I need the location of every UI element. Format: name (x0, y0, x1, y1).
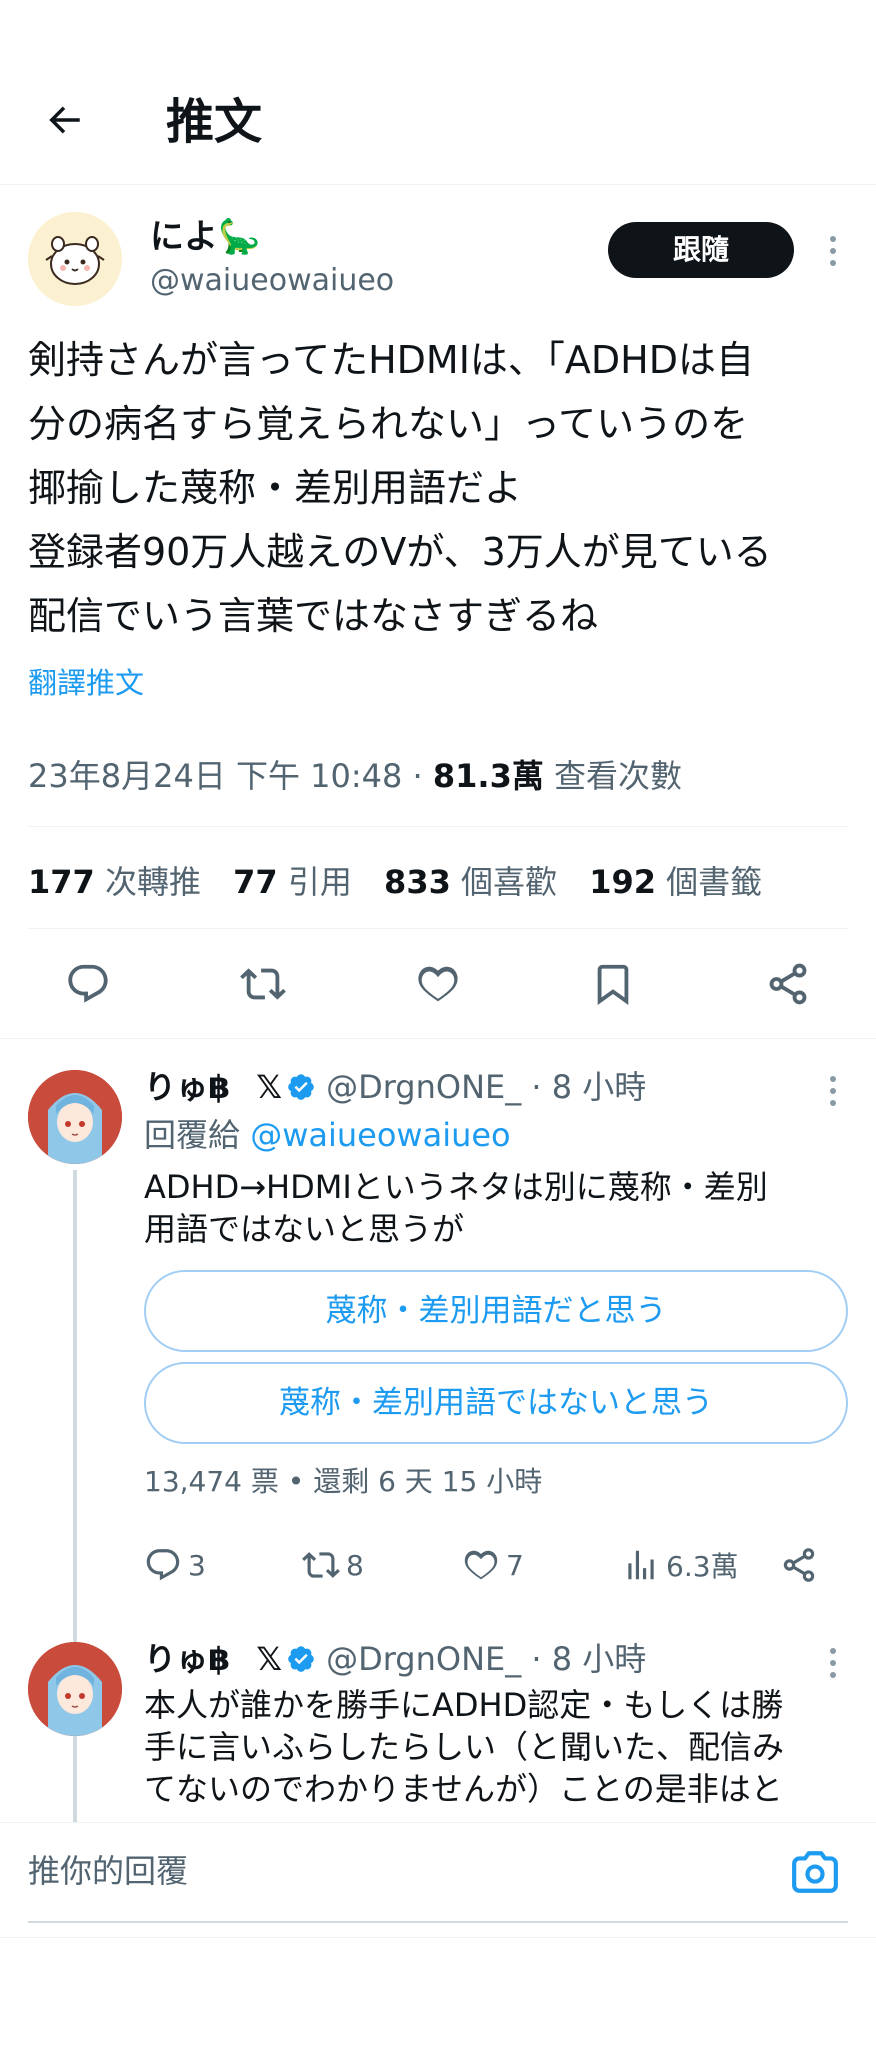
reply-handle[interactable]: @DrgnONE_ (326, 1640, 521, 1678)
poll-meta: 13,474 票 • 還剩 6 天 15 小時 (144, 1465, 543, 1498)
translate-tweet-link[interactable]: 翻譯推文 (28, 664, 144, 702)
reply-actions: 3 8 7 6.3萬 (144, 1540, 848, 1590)
reply-count: 3 (188, 1548, 206, 1582)
retweet-icon (240, 968, 286, 1000)
back-button[interactable] (36, 92, 92, 148)
tweet-text-line: 登録者90万人越えのVが、3万人が見ている (28, 530, 772, 574)
retweet-icon (302, 1552, 340, 1578)
likes-stat[interactable]: 833 個喜歡 (384, 863, 557, 901)
share-button[interactable] (762, 958, 814, 1010)
like-count: 7 (506, 1548, 524, 1582)
more-icon (818, 230, 848, 266)
divider (28, 826, 848, 827)
poll-option-2[interactable]: 蔑称・差別用語ではないと思う (144, 1362, 848, 1444)
retweet-button[interactable] (237, 958, 289, 1010)
reply-compose-bar: 推你的回覆 (0, 1822, 876, 1938)
reply-input[interactable]: 推你的回覆 (28, 1849, 188, 1893)
reply-text-line: ADHD→HDMIというネタは別に蔑称・差別 (144, 1168, 768, 1206)
reply-handle[interactable]: @DrgnONE_ (326, 1068, 521, 1106)
camera-button[interactable] (790, 1847, 842, 1899)
back-arrow-icon (49, 106, 80, 134)
reply-text-line: 本人が誰かを勝手にADHD認定・もしくは勝 (144, 1686, 784, 1724)
reply-avatar[interactable] (28, 1070, 122, 1164)
tweet-author: によ🦕 @waiueowaiueo 跟隨 (28, 210, 848, 310)
anime-avatar-image (28, 1642, 122, 1736)
like-icon (418, 966, 458, 1002)
reply-time: · 8 小時 (521, 1640, 647, 1678)
retweet-count: 8 (346, 1548, 364, 1582)
tweet-meta: 23年8月24日 下午 10:48 · 81.3萬 查看次數 (28, 756, 682, 796)
more-icon (818, 1642, 848, 1678)
share-icon (783, 1548, 815, 1582)
like-button[interactable] (412, 958, 464, 1010)
tweet-text: 剣持さんが言ってたHDMIは、「ADHDは自 分の病名すら覚えられない」っていう… (28, 328, 848, 648)
tweet-text-line: 分の病名すら覚えられない」っていうのを (28, 402, 749, 446)
more-options-button[interactable] (818, 230, 848, 270)
quotes-stat[interactable]: 77 引用 (233, 863, 352, 901)
reply-more-button[interactable] (818, 1070, 848, 1110)
follow-button[interactable]: 跟隨 (608, 222, 794, 278)
reply-icon (68, 964, 108, 1003)
poll-option-1[interactable]: 蔑称・差別用語だと思う (144, 1270, 848, 1352)
retweets-stat[interactable]: 177 次轉推 (28, 863, 201, 901)
tweet-timestamp[interactable]: 23年8月24日 下午 10:48 · (28, 757, 433, 795)
more-icon (818, 1070, 848, 1106)
anime-avatar-image (28, 1070, 122, 1164)
tweet-stats: 177 次轉推 77 引用 833 個喜歡 192 個書籤 (28, 862, 784, 902)
reply-text-line: 手に言いふらしたらしい（と聞いた、配信み (144, 1728, 785, 1766)
views-icon (628, 1550, 654, 1580)
author-avatar[interactable] (28, 212, 122, 306)
bookmark-button[interactable] (587, 958, 639, 1010)
views-label: 查看次數 (543, 757, 683, 795)
reply-display-name[interactable]: りゅ฿ (144, 1640, 230, 1678)
reply-header: りゅ฿ 𝕏 @DrgnONE_ · 8 小時 (144, 1638, 646, 1680)
reply-text-line: てないのでわかりませんが）ことの是非はと (144, 1770, 783, 1808)
reply-text: 本人が誰かを勝手にADHD認定・もしくは勝 手に言いふらしたらしい（と聞いた、配… (144, 1684, 854, 1810)
bookmarks-stat[interactable]: 192 個書籤 (589, 863, 762, 901)
reply-icon (146, 1549, 180, 1581)
reply-views-button[interactable]: 6.3萬 (622, 1540, 739, 1590)
reply-button[interactable] (62, 958, 114, 1010)
tweet-text-line: 剣持さんが言ってたHDMIは、「ADHDは自 (28, 338, 755, 382)
like-icon (464, 1550, 498, 1580)
author-handle[interactable]: @waiueowaiueo (150, 262, 394, 300)
share-icon (769, 963, 807, 1005)
bookmark-icon (597, 964, 629, 1005)
reply-share-button[interactable] (780, 1540, 824, 1590)
reply-retweet-button[interactable]: 8 (302, 1540, 364, 1590)
section-divider (0, 1038, 876, 1039)
reply-display-name[interactable]: りゅ฿ (144, 1068, 230, 1106)
tweet-text-line: 配信でいう言葉ではなさすぎるね (28, 594, 599, 638)
verified-icon (288, 1074, 314, 1100)
reply-more-button[interactable] (818, 1642, 848, 1682)
reply-like-button[interactable]: 7 (462, 1540, 524, 1590)
views-count: 6.3萬 (666, 1550, 739, 1583)
reply-avatar[interactable] (28, 1642, 122, 1736)
thread-line (73, 1742, 77, 1822)
replying-to-handle[interactable]: @waiueowaiueo (250, 1116, 510, 1154)
top-bar: 推文 (0, 0, 876, 185)
tweet-actions (28, 950, 848, 1020)
replying-to: 回覆給 @waiueowaiueo (144, 1114, 511, 1156)
input-underline (28, 1921, 848, 1923)
tweet-text-line: 揶揄した蔑称・差別用語だよ (28, 466, 523, 510)
page-title: 推文 (166, 94, 263, 150)
x-logo-icon: 𝕏 (256, 1640, 283, 1678)
reply-text: ADHD→HDMIというネタは別に蔑称・差別 用語ではないと思うが (144, 1166, 854, 1250)
reply-header: りゅ฿ 𝕏 @DrgnONE_ · 8 小時 (144, 1066, 646, 1108)
author-display-name[interactable]: によ🦕 (150, 216, 260, 258)
reply-text-line: 用語ではないと思うが (144, 1210, 465, 1248)
verified-icon (288, 1646, 314, 1672)
reply-reply-button[interactable]: 3 (144, 1540, 206, 1590)
hamster-avatar-image (28, 212, 122, 306)
divider (28, 928, 848, 929)
x-logo-icon: 𝕏 (256, 1068, 283, 1106)
views-count: 81.3萬 (432, 757, 544, 795)
reply-time: · 8 小時 (521, 1068, 647, 1106)
replying-to-prefix: 回覆給 (144, 1116, 251, 1154)
camera-icon (792, 1851, 838, 1893)
